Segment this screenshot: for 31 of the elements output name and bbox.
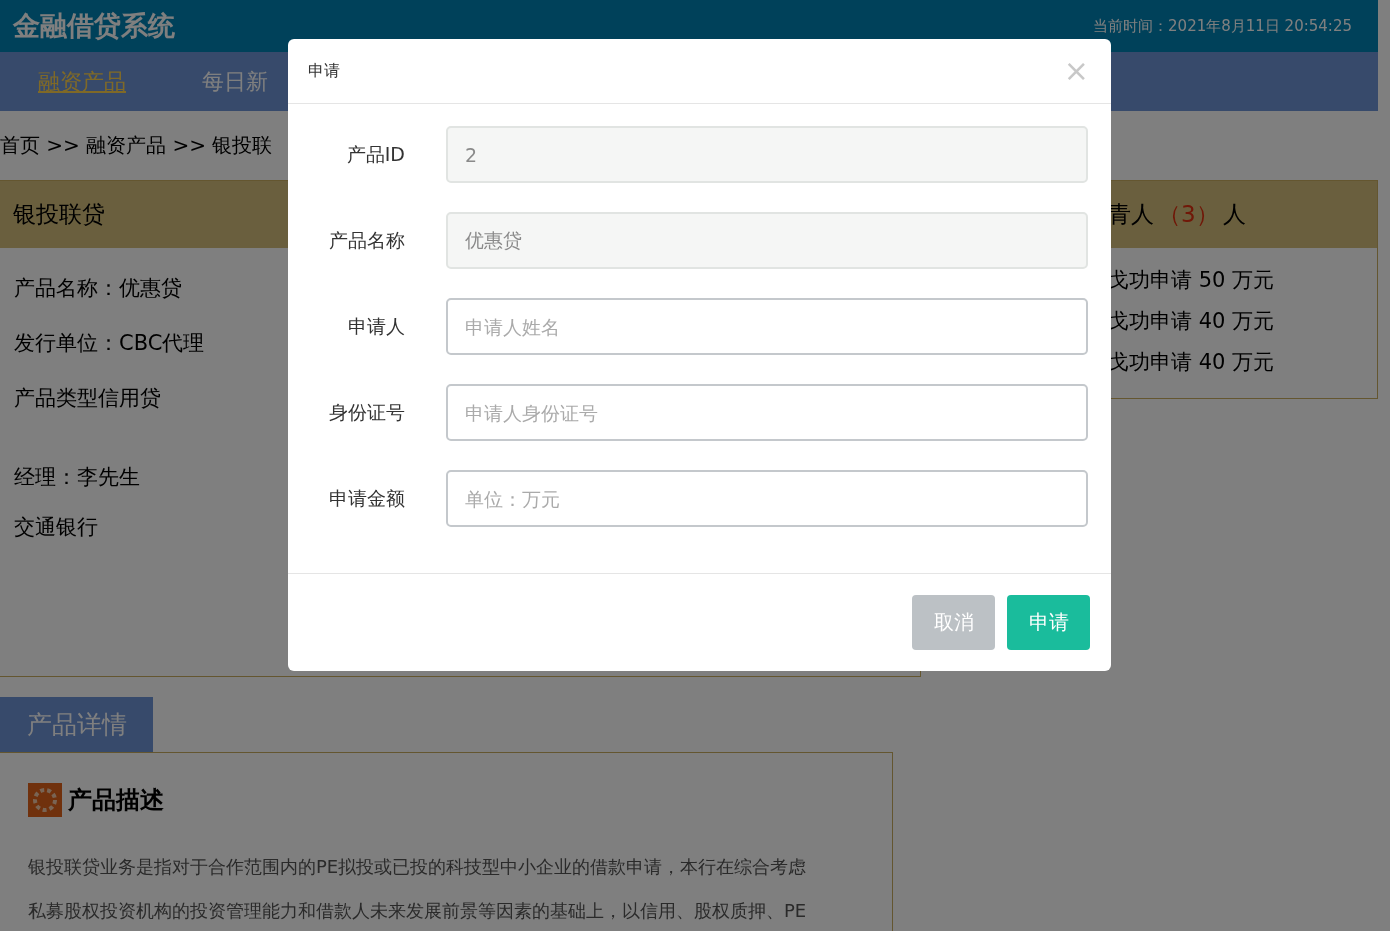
breadcrumb: 首页 >> 融资产品 >> 银投联 <box>0 132 273 159</box>
manager-text: 经理：李先生 <box>14 464 140 491</box>
product-title: 银投联贷 <box>13 200 105 229</box>
input-field[interactable]: 单位：万元 <box>446 470 1088 527</box>
description-text: 银投联贷业务是指对于合作范围内的PE拟投或已投的科技型中小企业的借款申请，本行在综合考虑 <box>28 855 808 879</box>
field-label: 申请金额 <box>328 485 405 511</box>
description-text: 私募股权投资机构的投资管理能力和借款人未来发展前景等因素的基础上，以信用、股权质押、PE <box>28 899 808 923</box>
dialog-title: 申请 <box>308 60 340 82</box>
apply-button[interactable]: 申请 <box>1007 595 1090 650</box>
field-label: 申请人 <box>347 313 405 339</box>
field-label: 身份证号 <box>328 399 405 425</box>
product-info: 发行单位：CBC代理 <box>14 330 205 357</box>
site-title: 金融借贷系统 <box>13 9 175 43</box>
applicants-title: 青人 <box>1108 200 1154 229</box>
nav-link[interactable]: 每日新 <box>202 66 268 97</box>
sunburst-icon <box>28 783 62 817</box>
cancel-button[interactable]: 取消 <box>912 595 995 650</box>
applicants-unit: 人 <box>1222 200 1246 229</box>
details-tab[interactable]: 产品详情 <box>0 697 153 752</box>
description-title: 产品描述 <box>68 785 164 816</box>
field-label: 产品ID <box>345 141 405 167</box>
input-field[interactable]: 申请人姓名 <box>446 298 1088 355</box>
product-info: 产品名称：优惠贷 <box>14 275 182 302</box>
field-label: 产品名称 <box>328 227 405 253</box>
applicant-count: （3） <box>1158 200 1219 229</box>
close-button[interactable]: × <box>1061 56 1091 86</box>
bank-text: 交通银行 <box>14 514 98 541</box>
input-field[interactable]: 申请人身份证号 <box>446 384 1088 441</box>
current-time: 当前时间：2021年8月11日 20:54:25 <box>1093 16 1352 36</box>
product-info: 产品类型信用贷 <box>14 385 161 412</box>
nav-link[interactable]: 融资产品 <box>38 66 126 97</box>
